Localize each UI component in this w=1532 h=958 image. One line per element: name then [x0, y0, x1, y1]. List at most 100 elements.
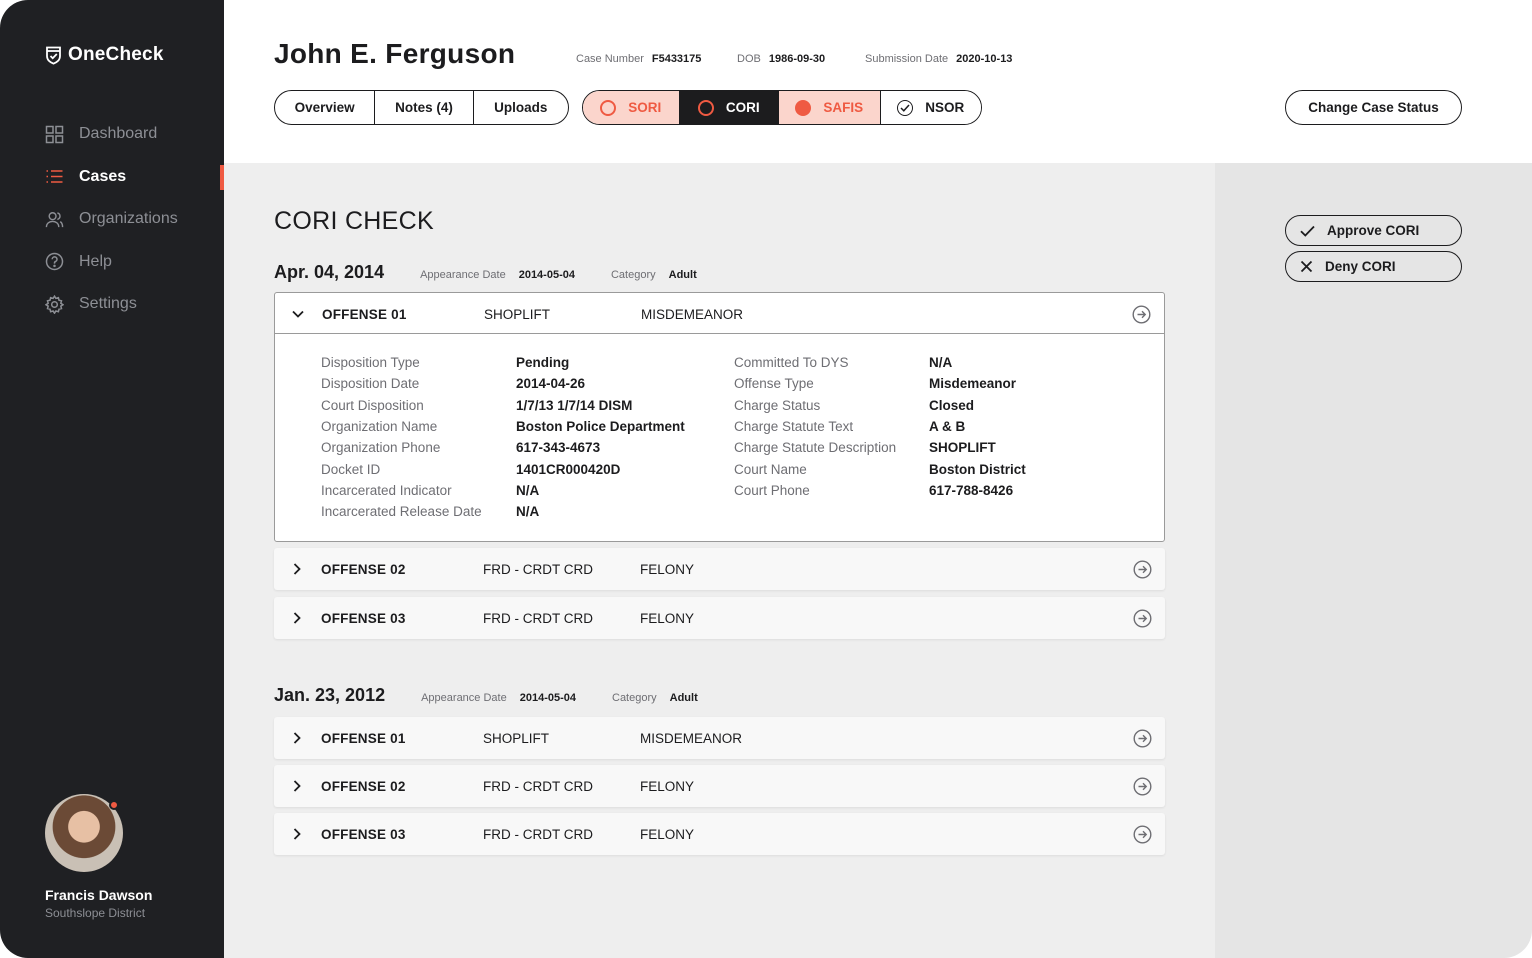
close-icon — [1300, 260, 1313, 273]
detail-value: 617-343-4673 — [516, 440, 601, 456]
meta-key: DOB — [737, 53, 761, 65]
detail-key: Organization Phone — [321, 440, 441, 456]
detail-key: Disposition Type — [321, 355, 420, 371]
tab-label: CORI — [725, 100, 760, 115]
arrow-right-circle-icon[interactable] — [1133, 777, 1152, 796]
offense-row[interactable]: OFFENSE 03 FRD - CRDT CRD FELONY — [274, 813, 1165, 855]
details-column-right: Committed To DYS N/A Offense Type Misdemea… — [734, 352, 1026, 501]
offense-row-content: OFFENSE 02 FRD - CRDT CRD FELONY — [274, 765, 1165, 807]
sidebar-item-settings[interactable]: Settings — [0, 283, 224, 326]
tab-label: SAFIS — [823, 100, 864, 115]
sidebar-nav: Dashboard Cases Organizations Help Setti… — [0, 113, 224, 326]
category-label: Category — [612, 692, 657, 704]
detail-row: Charge Statute Text A & B — [734, 416, 965, 437]
offense-row[interactable]: OFFENSE 02 FRD - CRDT CRD FELONY — [274, 765, 1165, 807]
shield-check-icon — [46, 46, 61, 65]
detail-row: Disposition Type Pending — [321, 352, 569, 373]
appearance-date-value: 2014-05-04 — [519, 692, 576, 704]
list-icon — [45, 167, 64, 186]
appearance-group-header: Jan. 23, 2012 Appearance Date 2014-05-04… — [274, 685, 734, 706]
chevron-down-icon[interactable] — [290, 306, 306, 322]
detail-key: Offense Type — [734, 376, 814, 392]
offense-row[interactable]: OFFENSE 01 SHOPLIFT MISDEMEANOR — [275, 293, 1164, 335]
detail-key: Court Disposition — [321, 397, 424, 413]
users-icon — [45, 210, 64, 229]
detail-value: SHOPLIFT — [929, 440, 996, 456]
appearance-date-value: 2014-05-04 — [518, 269, 575, 281]
offense-row[interactable]: OFFENSE 02 FRD - CRDT CRD FELONY — [274, 548, 1165, 590]
change-case-status-button[interactable]: Change Case Status — [1285, 90, 1462, 125]
submission-date: Submission Date 2020-10-13 — [865, 53, 1012, 65]
user-profile[interactable]: Francis Dawson Southslope District — [45, 794, 152, 920]
tab-overview[interactable]: Overview — [275, 91, 376, 124]
check-tabs: SORI CORI SAFIS NSOR — [582, 90, 982, 125]
sidebar-item-label: Help — [79, 252, 112, 270]
detail-row: Organization Name Boston Police Departmen… — [321, 416, 685, 437]
arrow-right-circle-icon[interactable] — [1133, 560, 1152, 579]
sidebar-item-label: Cases — [79, 167, 127, 185]
avatar[interactable] — [45, 794, 123, 872]
offense-row[interactable]: OFFENSE 03 FRD - CRDT CRD FELONY — [274, 597, 1165, 639]
approve-cori-button[interactable]: Approve CORI — [1285, 215, 1462, 246]
tab-nsor[interactable]: NSOR — [880, 91, 981, 124]
category-value: Adult — [669, 692, 698, 704]
arrow-right-circle-icon[interactable] — [1132, 305, 1151, 324]
offense-class: FELONY — [640, 778, 695, 794]
offense-number: OFFENSE 01 — [322, 306, 407, 322]
tab-uploads[interactable]: Uploads — [474, 91, 568, 124]
app-logo[interactable]: OneCheck — [45, 44, 164, 66]
button-label: Approve CORI — [1327, 223, 1420, 238]
offense-number: OFFENSE 01 — [321, 730, 406, 746]
tab-sori[interactable]: SORI — [583, 91, 680, 124]
sidebar-item-dashboard[interactable]: Dashboard — [0, 113, 224, 156]
offense-number: OFFENSE 02 — [321, 561, 406, 577]
meta-value: F5433175 — [651, 53, 702, 65]
sidebar-item-label: Dashboard — [79, 125, 158, 143]
button-label: Deny CORI — [1325, 259, 1396, 274]
arrow-right-circle-icon[interactable] — [1133, 825, 1152, 844]
detail-row: Incarcerated Release Date N/A — [321, 501, 539, 522]
appearance-date-heading: Apr. 04, 2014 — [274, 262, 385, 282]
status-flagged-icon — [795, 99, 812, 116]
case-header: John E. Ferguson Case Number F5433175 DOB… — [224, 0, 1532, 163]
detail-row: Court Name Boston District — [734, 458, 1026, 479]
sidebar-item-help[interactable]: Help — [0, 241, 224, 284]
section-title: CORI CHECK — [274, 207, 434, 235]
deny-cori-button[interactable]: Deny CORI — [1285, 251, 1462, 282]
meta-key: Case Number — [576, 53, 644, 65]
sidebar-item-label: Organizations — [79, 210, 178, 228]
sidebar-item-cases[interactable]: Cases — [0, 156, 224, 199]
case-tabs: Overview Notes (4) Uploads — [274, 90, 569, 125]
detail-row: Committed To DYS N/A — [734, 352, 952, 373]
offense-row-content: OFFENSE 03 FRD - CRDT CRD FELONY — [274, 813, 1165, 855]
detail-key: Incarcerated Release Date — [321, 504, 482, 520]
detail-value: 1401CR000420D — [516, 461, 621, 477]
tab-notes[interactable]: Notes (4) — [375, 91, 474, 124]
meta-value: 2020-10-13 — [956, 53, 1013, 65]
detail-key: Disposition Date — [321, 376, 420, 392]
appearance-date-label: Appearance Date — [421, 692, 507, 704]
detail-value: Misdemeanor — [929, 376, 1017, 392]
detail-value: 1/7/13 1/7/14 DISM — [516, 397, 633, 413]
detail-row: Court Disposition 1/7/13 1/7/14 DISM — [321, 395, 632, 416]
detail-row: Charge Status Closed — [734, 395, 974, 416]
offense-row[interactable]: OFFENSE 01 SHOPLIFT MISDEMEANOR — [274, 717, 1165, 759]
detail-value: Closed — [929, 397, 975, 413]
offense-description: SHOPLIFT — [483, 730, 550, 746]
tab-safis[interactable]: SAFIS — [779, 91, 881, 124]
detail-row: Charge Statute Description SHOPLIFT — [734, 437, 996, 458]
detail-key: Charge Statute Description — [734, 440, 897, 456]
detail-value: 617-788-8426 — [929, 482, 1014, 498]
tab-cori[interactable]: CORI — [679, 91, 780, 124]
tab-label: SORI — [628, 100, 662, 115]
appearance-date-label: Appearance Date — [420, 269, 506, 281]
arrow-right-circle-icon[interactable] — [1133, 729, 1152, 748]
offense-card-expanded[interactable]: OFFENSE 01 SHOPLIFT MISDEMEANOR Disposit… — [274, 292, 1165, 542]
detail-value: 2014-04-26 — [516, 376, 586, 392]
sidebar-item-organizations[interactable]: Organizations — [0, 198, 224, 241]
offense-description: FRD - CRDT CRD — [483, 826, 593, 842]
arrow-right-circle-icon[interactable] — [1133, 609, 1152, 628]
offense-class: MISDEMEANOR — [641, 306, 744, 322]
offense-number: OFFENSE 03 — [321, 826, 406, 842]
category-value: Adult — [668, 269, 697, 281]
